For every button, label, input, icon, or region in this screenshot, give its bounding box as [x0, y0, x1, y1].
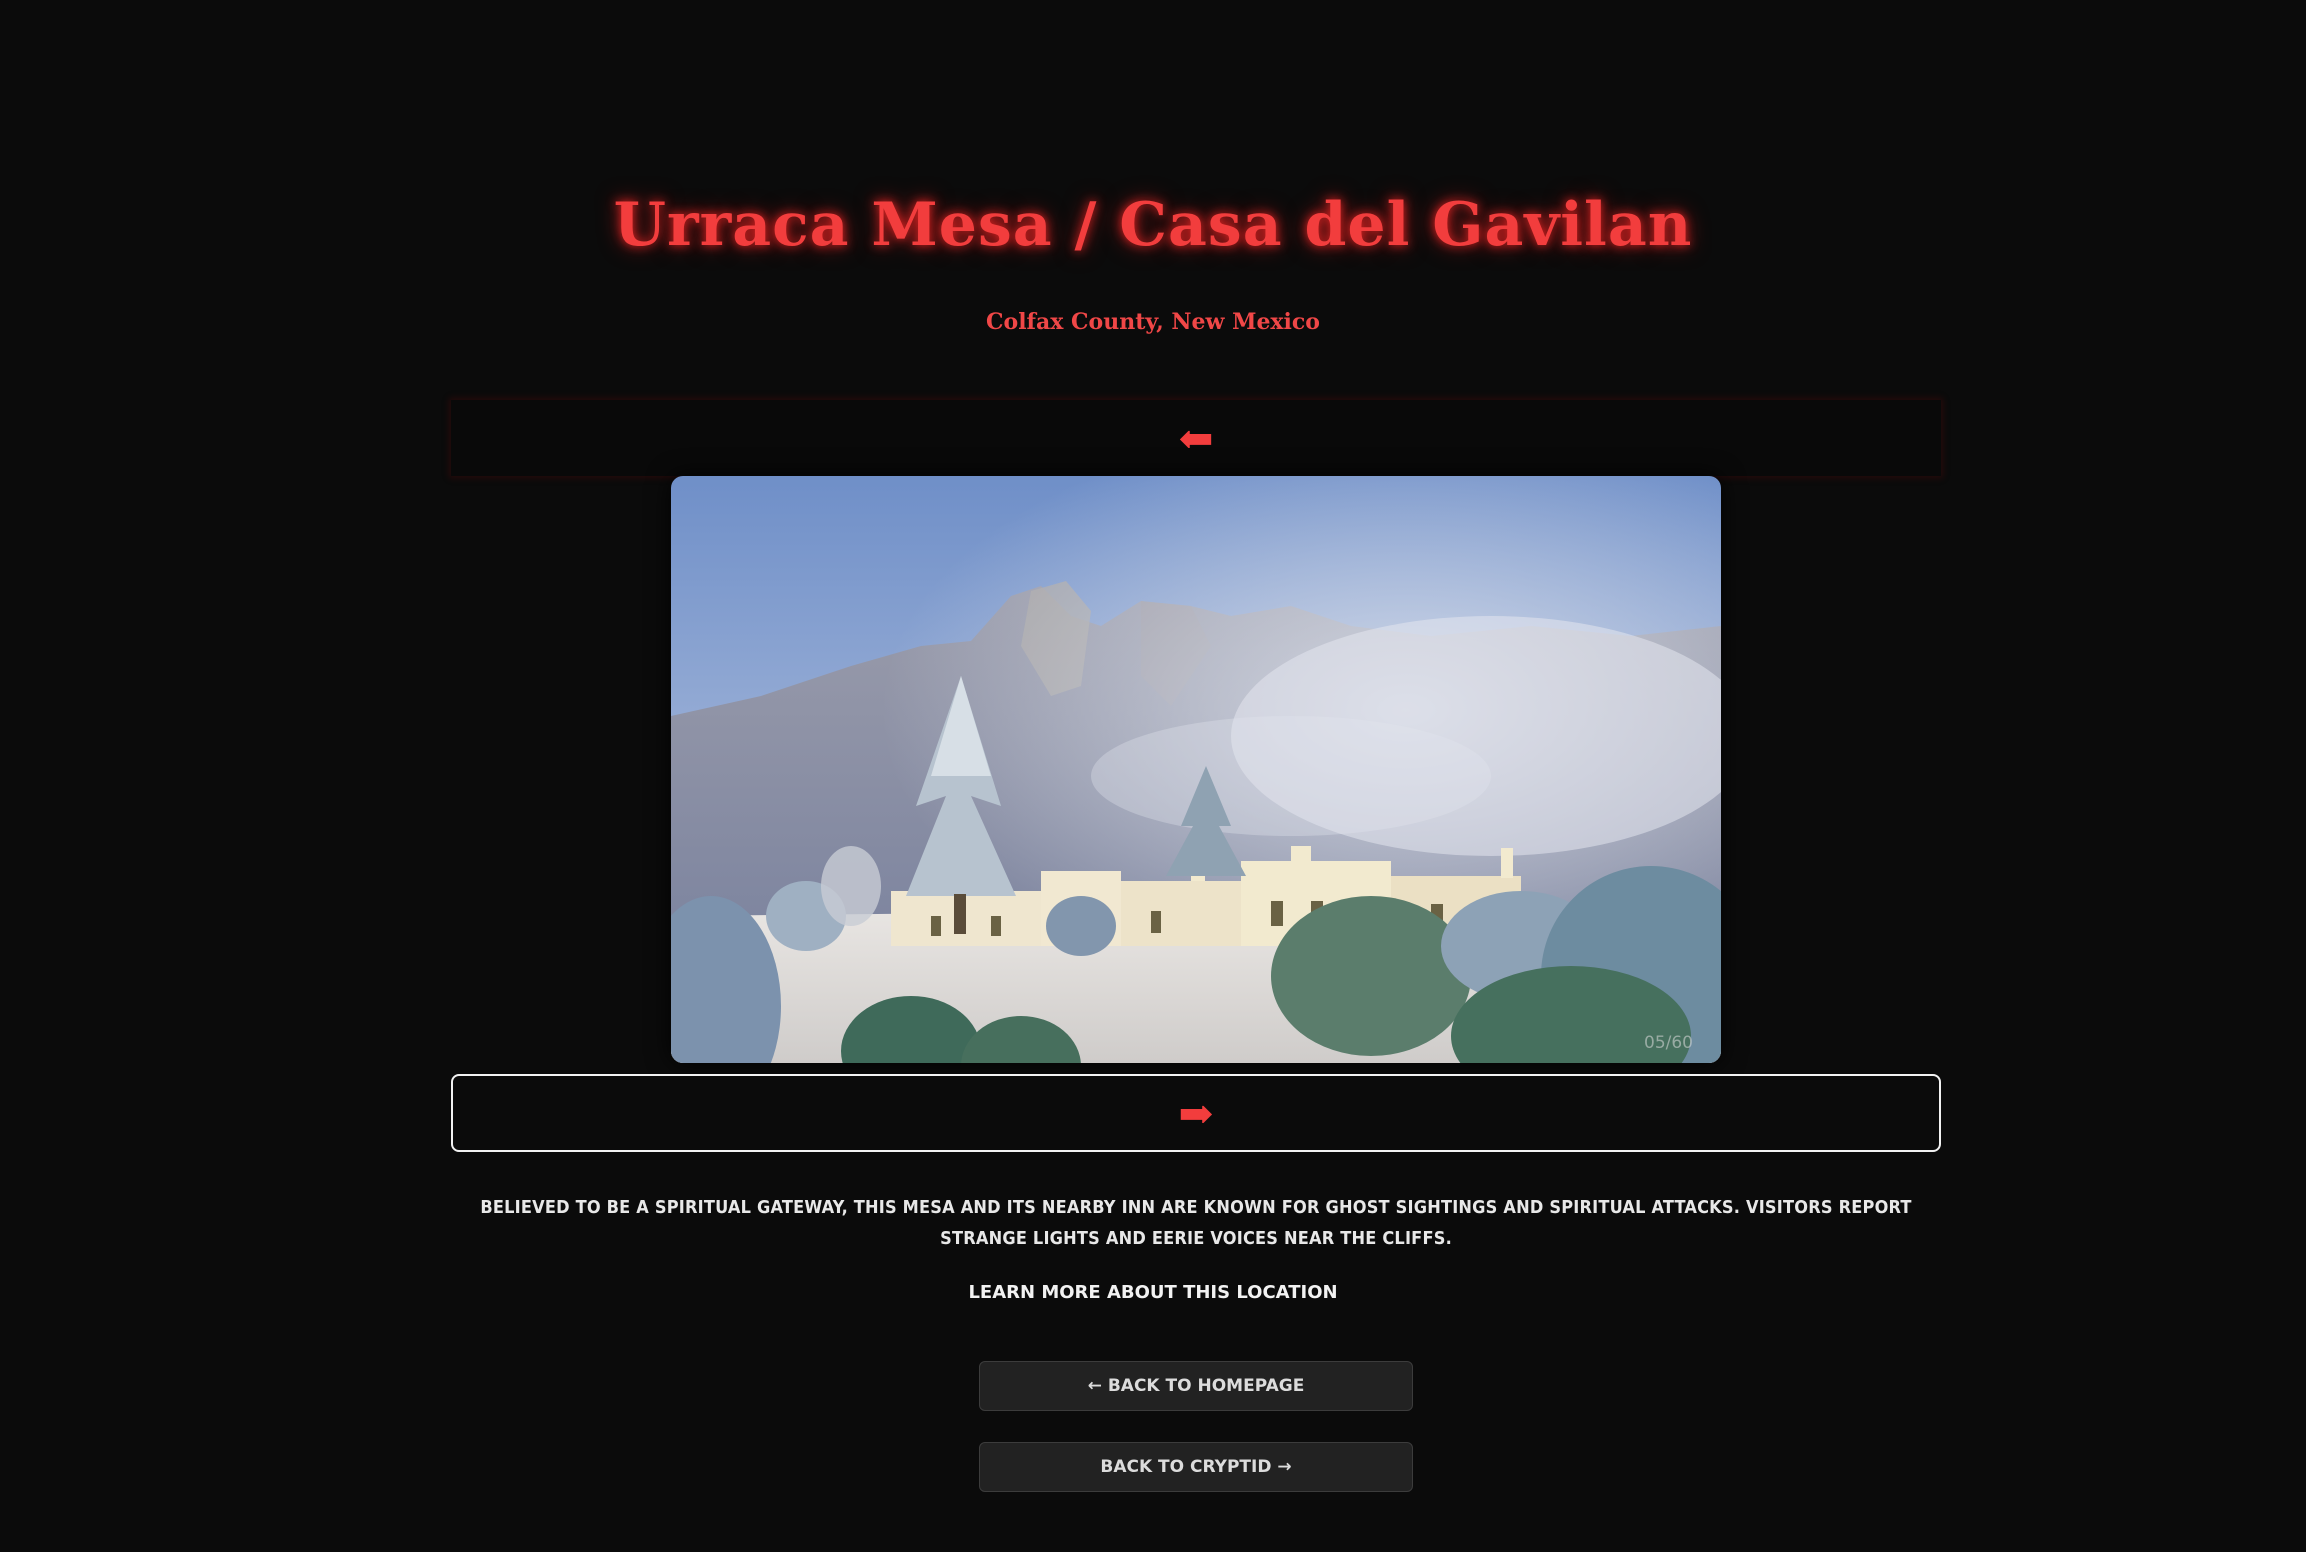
back-to-cryptid-button[interactable]: Back to Cryptid →: [979, 1442, 1413, 1492]
location-subtitle: Colfax County, New Mexico: [986, 309, 1320, 335]
page-title: Urraca Mesa / Casa del Gavilan: [613, 190, 1693, 260]
location-description: Believed to be a spiritual gateway, this…: [480, 1197, 1912, 1249]
mesa-inn-photo: [671, 476, 1721, 1063]
previous-image-button[interactable]: ⬅: [451, 400, 1941, 476]
back-to-homepage-button[interactable]: ← Back to Homepage: [979, 1361, 1413, 1411]
image-counter: 05/60: [1644, 1033, 1693, 1053]
location-photo: 05/60: [671, 476, 1721, 1063]
learn-more-link[interactable]: Learn more about this location: [0, 1278, 2306, 1308]
next-image-button[interactable]: ➡: [451, 1074, 1941, 1152]
page: Urraca Mesa / Casa del Gavilan Colfax Co…: [0, 0, 2306, 1552]
arrow-left-icon: ⬅: [1178, 413, 1214, 463]
arrow-right-icon: ➡: [1178, 1088, 1214, 1138]
